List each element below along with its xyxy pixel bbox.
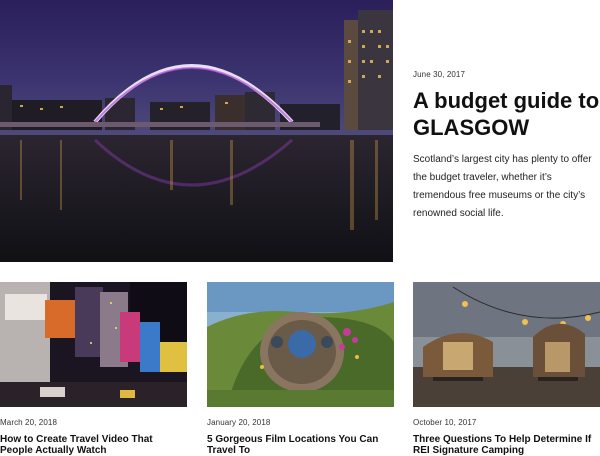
featured-post-title[interactable]: A budget guide to GLASGOW [413,87,600,141]
post-date: October 10, 2017 [413,418,477,427]
glasgow-bridge-image [0,0,393,262]
times-square-image [0,282,187,407]
featured-post-date: June 30, 2017 [413,70,466,79]
post-card: October 10, 2017 Three Questions To Help… [413,282,600,456]
post-card-image-link[interactable] [0,282,187,407]
post-card: January 20, 2018 5 Gorgeous Film Locatio… [207,282,394,456]
featured-post-excerpt: Scotland’s largest city has plenty to of… [413,154,592,219]
featured-image-link[interactable] [0,0,393,262]
post-date: January 20, 2018 [207,418,271,427]
post-title[interactable]: How to Create Travel Video That People A… [0,434,187,456]
featured-post: June 30, 2017 A budget guide to GLASGOW … [413,70,600,223]
post-title[interactable]: Three Questions To Help Determine If REI… [413,434,600,456]
post-card-image-link[interactable] [207,282,394,407]
post-title[interactable]: 5 Gorgeous Film Locations You Can Travel… [207,434,394,456]
hobbit-hole-image [207,282,394,407]
post-date: March 20, 2018 [0,418,57,427]
post-card: March 20, 2018 How to Create Travel Vide… [0,282,187,456]
camping-huts-image [413,282,600,407]
post-card-image-link[interactable] [413,282,600,407]
